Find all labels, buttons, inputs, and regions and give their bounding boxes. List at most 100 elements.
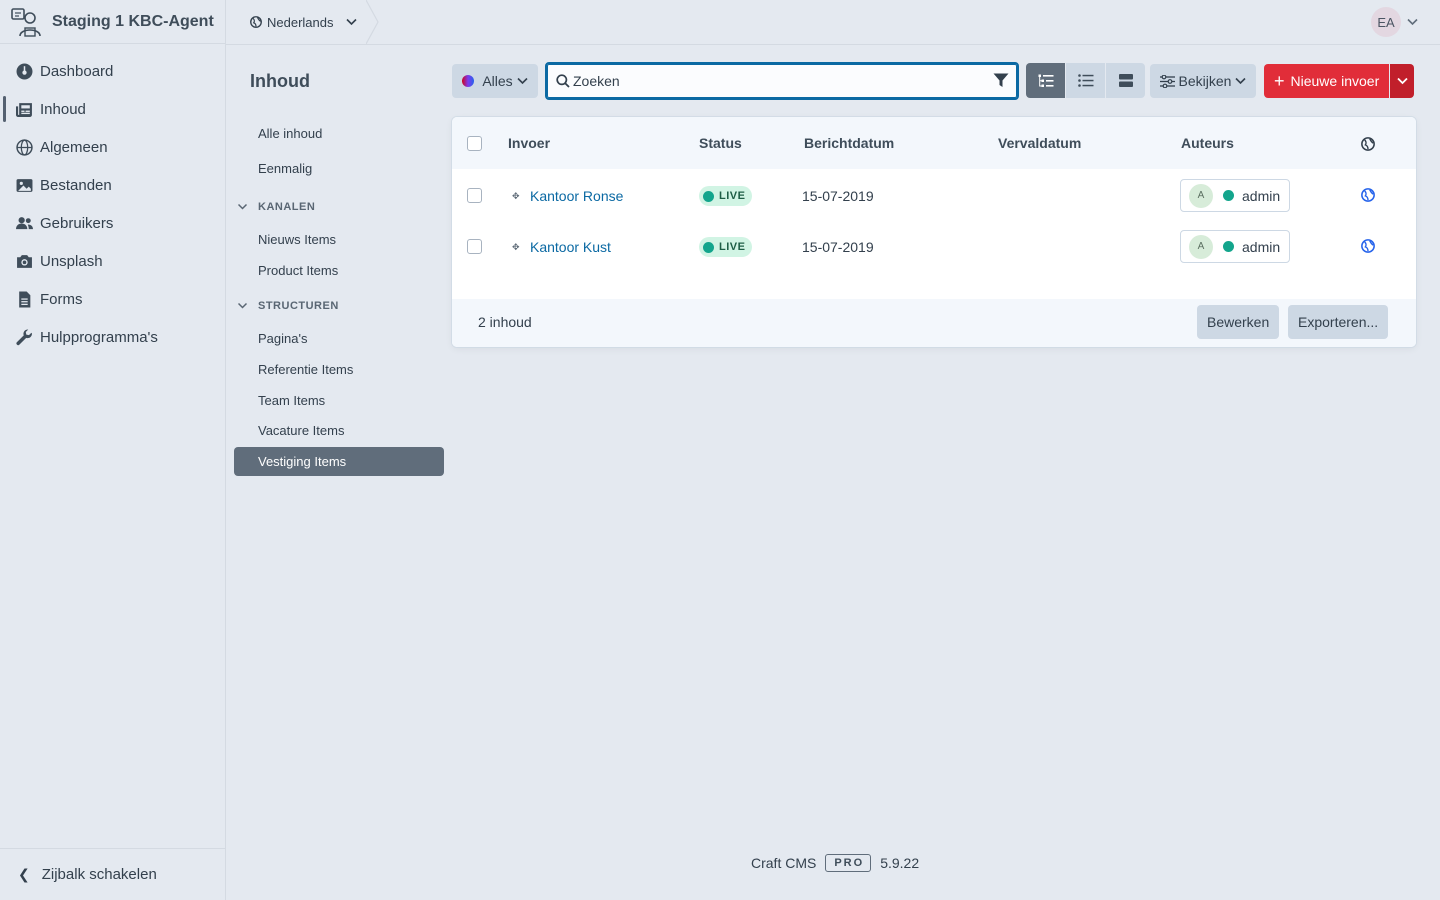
table-view-button[interactable] xyxy=(1066,63,1105,98)
source-label: Vacature Items xyxy=(258,423,345,438)
view-settings-button[interactable]: Bekijken xyxy=(1150,64,1256,98)
filter-icon[interactable] xyxy=(993,73,1009,88)
source-label: Nieuws Items xyxy=(258,232,337,247)
heading-kanalen[interactable]: KANALEN xyxy=(238,197,315,217)
entry-title-link[interactable]: Kantoor Kust xyxy=(530,239,611,255)
source-item-nieuws-items[interactable]: Nieuws Items xyxy=(234,225,444,254)
avatar: EA xyxy=(1371,7,1401,37)
source-item-vacature-items[interactable]: Vacature Items xyxy=(234,416,444,445)
structure-view-button[interactable] xyxy=(1026,63,1065,98)
nav-item-bestanden[interactable]: Bestanden xyxy=(0,166,225,204)
heading-structuren[interactable]: STRUCTUREN xyxy=(238,296,339,316)
source-label: Pagina's xyxy=(258,331,308,346)
source-item-eenmalig[interactable]: Eenmalig xyxy=(234,154,444,183)
sidebar-toggle-label: Zijbalk schakelen xyxy=(41,866,157,883)
column-header-status[interactable]: Status xyxy=(699,135,742,151)
status-label: LIVE xyxy=(719,241,746,253)
column-header-auteurs[interactable]: Auteurs xyxy=(1181,135,1234,151)
status-filter-button[interactable]: Alles xyxy=(452,64,538,98)
site-name: Staging 1 KBC-Agent xyxy=(52,12,214,30)
globe-icon[interactable] xyxy=(1361,188,1375,202)
search-field xyxy=(545,62,1019,100)
newspaper-icon xyxy=(14,100,34,118)
author-chip[interactable]: A admin xyxy=(1180,230,1290,263)
file-icon xyxy=(14,290,34,308)
new-entry-menu-button[interactable] xyxy=(1390,64,1415,98)
column-header-berichtdatum[interactable]: Berichtdatum xyxy=(804,135,894,151)
global-sidebar: Staging 1 KBC-Agent Dashboard Inhoud Alg… xyxy=(0,0,226,900)
source-item-alle-inhoud[interactable]: Alle inhoud xyxy=(234,119,444,148)
search-input[interactable] xyxy=(573,71,973,91)
nav-item-inhoud[interactable]: Inhoud xyxy=(0,90,225,128)
chevron-down-icon xyxy=(517,77,528,85)
nav-item-gebruikers[interactable]: Gebruikers xyxy=(0,204,225,242)
heading-label: KANALEN xyxy=(258,201,316,213)
source-item-vestiging-items[interactable]: Vestiging Items xyxy=(234,447,444,476)
edit-button[interactable]: Bewerken xyxy=(1197,305,1280,339)
nav-label: Bestanden xyxy=(40,176,112,194)
author-chip[interactable]: A admin xyxy=(1180,179,1290,212)
author-avatar: A xyxy=(1189,183,1213,208)
source-item-team-items[interactable]: Team Items xyxy=(234,386,444,415)
user-menu[interactable]: EA xyxy=(1371,7,1418,37)
nav-item-forms[interactable]: Forms xyxy=(0,280,225,318)
structure-icon xyxy=(1038,74,1053,87)
nav-item-hulpprogrammas[interactable]: Hulpprogramma's xyxy=(0,318,225,356)
nav-item-dashboard[interactable]: Dashboard xyxy=(0,52,225,90)
site-logo-icon xyxy=(11,7,41,37)
globe-icon xyxy=(1361,137,1375,151)
export-button[interactable]: Exporteren... xyxy=(1288,305,1389,339)
move-icon[interactable]: ✥ xyxy=(512,242,520,253)
site-switcher[interactable]: Nederlands xyxy=(250,0,357,44)
edition-badge: PRO xyxy=(825,854,872,872)
global-nav: Dashboard Inhoud Algemeen Bestanden Gebr… xyxy=(0,52,225,356)
nav-item-algemeen[interactable]: Algemeen xyxy=(0,128,225,166)
list-icon xyxy=(1077,74,1093,87)
globe-icon[interactable] xyxy=(1361,239,1375,253)
row-checkbox[interactable] xyxy=(467,188,482,203)
top-bar: Nederlands EA xyxy=(226,0,1440,45)
source-item-referentie-items[interactable]: Referentie Items xyxy=(234,355,444,384)
status-label: LIVE xyxy=(719,190,746,202)
view-settings-label: Bekijken xyxy=(1178,73,1232,89)
chevron-left-icon: ❮ xyxy=(18,866,30,882)
table-row: ✥ Kantoor Kust LIVE 15-07-2019 A admin xyxy=(452,221,1416,272)
source-item-product-items[interactable]: Product Items xyxy=(234,256,444,285)
status-badge: LIVE xyxy=(699,186,753,206)
product-name: Craft CMS xyxy=(751,855,817,871)
table-footer: 2 inhoud Bewerken Exporteren... xyxy=(452,299,1416,347)
heading-label: STRUCTUREN xyxy=(258,300,339,312)
users-icon xyxy=(14,214,34,232)
entries-count: 2 inhoud xyxy=(478,314,532,330)
plus-icon: + xyxy=(1274,71,1285,91)
row-checkbox[interactable] xyxy=(467,239,482,254)
column-header-invoer[interactable]: Invoer xyxy=(508,135,550,151)
site-header[interactable]: Staging 1 KBC-Agent xyxy=(0,0,225,44)
sidebar-toggle-button[interactable]: ❮ Zijbalk schakelen xyxy=(0,848,225,900)
camera-icon xyxy=(14,252,34,270)
dashboard-icon xyxy=(14,62,34,80)
new-entry-label: Nieuwe invoer xyxy=(1290,73,1380,89)
move-icon[interactable]: ✥ xyxy=(512,191,520,202)
content-sources-sidebar: Inhoud Alle inhoud Eenmalig KANALEN Nieu… xyxy=(226,45,452,900)
version: 5.9.22 xyxy=(880,855,920,871)
chevron-down-icon xyxy=(345,18,357,26)
source-label: Eenmalig xyxy=(258,161,313,176)
new-entry-group: + Nieuwe invoer xyxy=(1264,64,1415,98)
status-badge: LIVE xyxy=(699,237,753,257)
source-label: Referentie Items xyxy=(258,362,354,377)
source-label: Vestiging Items xyxy=(258,454,347,469)
source-label: Product Items xyxy=(258,263,339,278)
select-all-checkbox[interactable] xyxy=(467,136,482,151)
column-header-vervaldatum[interactable]: Vervaldatum xyxy=(998,135,1081,151)
author-status-dot xyxy=(1223,241,1234,252)
cards-view-button[interactable] xyxy=(1106,63,1145,98)
nav-item-unsplash[interactable]: Unsplash xyxy=(0,242,225,280)
new-entry-button[interactable]: + Nieuwe invoer xyxy=(1264,64,1390,98)
chevron-down-icon xyxy=(1397,77,1408,85)
source-label: Team Items xyxy=(258,393,326,408)
source-label: Alle inhoud xyxy=(258,126,323,141)
source-item-paginas[interactable]: Pagina's xyxy=(234,324,444,353)
author-avatar: A xyxy=(1189,234,1213,259)
entry-title-link[interactable]: Kantoor Ronse xyxy=(530,188,623,204)
